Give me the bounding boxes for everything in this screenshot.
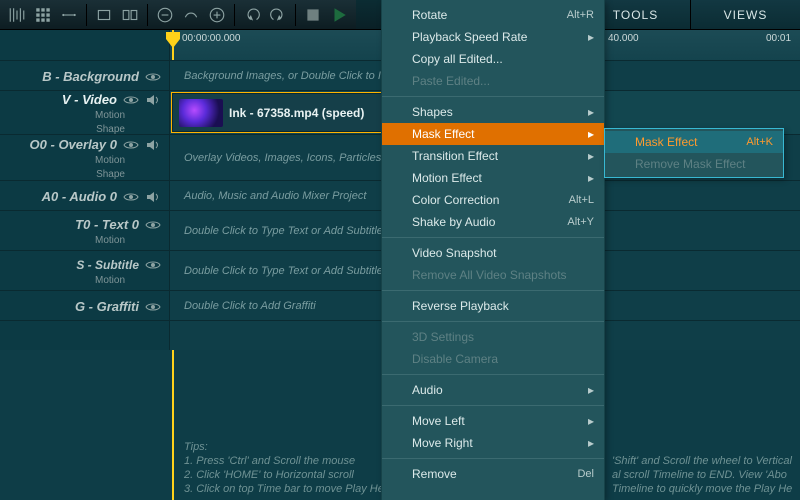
tool-grid-icon[interactable] xyxy=(32,4,54,26)
tips-block: Tips: 1. Press 'Ctrl' and Scroll the mou… xyxy=(184,440,396,496)
chevron-right-icon: ▸ xyxy=(588,436,594,450)
track-sub: Motion xyxy=(10,110,161,122)
tool-icon-1[interactable] xyxy=(6,4,28,26)
chevron-right-icon: ▸ xyxy=(588,383,594,397)
fit-icon[interactable] xyxy=(180,4,202,26)
ruler-tick: 00:00:00.000 xyxy=(182,33,240,44)
menu-paste-edited: Paste Edited... xyxy=(382,70,604,92)
zoom-out-icon[interactable] xyxy=(154,4,176,26)
clip-label: Ink - 67358.mp4 (speed) xyxy=(229,106,364,120)
menu-separator xyxy=(382,374,604,375)
chevron-right-icon: ▸ xyxy=(588,105,594,119)
menu-motion-effect[interactable]: Motion Effect▸ xyxy=(382,167,604,189)
track-name-overlay: O0 - Overlay 0 xyxy=(10,137,117,152)
clip-thumb xyxy=(179,99,223,127)
menu-audio[interactable]: Audio▸ xyxy=(382,379,604,401)
views-tab[interactable]: VIEWS xyxy=(690,0,800,29)
track-name-graffiti: G - Graffiti xyxy=(10,299,139,314)
menu-separator xyxy=(382,290,604,291)
chevron-right-icon: ▸ xyxy=(588,171,594,185)
eye-icon[interactable] xyxy=(123,137,139,153)
chevron-right-icon: ▸ xyxy=(588,127,594,141)
menu-shake-by-audio[interactable]: Shake by AudioAlt+Y xyxy=(382,211,604,233)
track-name-bg: B - Background xyxy=(10,69,139,84)
track-name-video: V - Video xyxy=(10,92,117,107)
speaker-icon[interactable] xyxy=(145,92,161,108)
ruler-tick: 40.000 xyxy=(608,33,639,44)
track-hint: Audio, Music and Audio Mixer Project xyxy=(184,190,366,202)
ruler-tick: 00:01 xyxy=(766,33,791,44)
ruler-left-gutter xyxy=(0,30,170,60)
menu-move-right[interactable]: Move Right▸ xyxy=(382,432,604,454)
menu-reverse-playback[interactable]: Reverse Playback xyxy=(382,295,604,317)
track-hint: Double Click to Type Text or Add Subtitl… xyxy=(184,265,383,277)
menu-playback-speed[interactable]: Playback Speed Rate▸ xyxy=(382,26,604,48)
undo-icon[interactable] xyxy=(241,4,263,26)
context-menu: RotateAlt+R Playback Speed Rate▸ Copy al… xyxy=(381,0,605,500)
track-sub: Shape xyxy=(10,169,161,181)
submenu-mask-effect[interactable]: Mask EffectAlt+K xyxy=(605,131,783,153)
track-name-audio: A0 - Audio 0 xyxy=(10,189,117,204)
tool-rect-icon[interactable] xyxy=(93,4,115,26)
mask-effect-submenu: Mask EffectAlt+K Remove Mask Effect xyxy=(604,128,784,178)
menu-color-correction[interactable]: Color CorrectionAlt+L xyxy=(382,189,604,211)
eye-icon[interactable] xyxy=(123,189,139,205)
menu-remove-snapshots: Remove All Video Snapshots xyxy=(382,264,604,286)
track-sub: Motion xyxy=(10,275,161,287)
chevron-right-icon: ▸ xyxy=(588,149,594,163)
track-hint: Double Click to Add Graffiti xyxy=(184,300,316,312)
menu-rotate[interactable]: RotateAlt+R xyxy=(382,4,604,26)
menu-separator xyxy=(382,458,604,459)
menu-3d-settings: 3D Settings xyxy=(382,326,604,348)
menu-separator xyxy=(382,321,604,322)
playhead-handle[interactable] xyxy=(163,30,183,50)
menu-shapes[interactable]: Shapes▸ xyxy=(382,101,604,123)
submenu-remove-mask: Remove Mask Effect xyxy=(605,153,783,175)
redo-icon[interactable] xyxy=(267,4,289,26)
speaker-icon[interactable] xyxy=(145,137,161,153)
track-name-subtitle: S - Subtitle xyxy=(10,258,139,272)
chevron-right-icon: ▸ xyxy=(588,30,594,44)
eye-icon[interactable] xyxy=(145,217,161,233)
tips-block-right: 'Shift' and Scroll the wheel to Vertical… xyxy=(612,440,796,496)
eye-icon[interactable] xyxy=(123,92,139,108)
zoom-in-icon[interactable] xyxy=(206,4,228,26)
menu-separator xyxy=(382,237,604,238)
speaker-icon[interactable] xyxy=(145,189,161,205)
menu-mask-effect[interactable]: Mask Effect▸ xyxy=(382,123,604,145)
menu-transition-effect[interactable]: Transition Effect▸ xyxy=(382,145,604,167)
menu-remove[interactable]: RemoveDel xyxy=(382,463,604,485)
stop-icon[interactable] xyxy=(302,4,324,26)
menu-video-snapshot[interactable]: Video Snapshot xyxy=(382,242,604,264)
track-hint: Double Click to Type Text or Add Subtitl… xyxy=(184,225,383,237)
menu-move-left[interactable]: Move Left▸ xyxy=(382,410,604,432)
eye-icon[interactable] xyxy=(145,257,161,273)
tool-expand-icon[interactable] xyxy=(58,4,80,26)
chevron-right-icon: ▸ xyxy=(588,414,594,428)
track-sub: Motion xyxy=(10,155,161,167)
track-hint: Background Images, or Double Click to In… xyxy=(184,70,405,82)
menu-copy-all-edited[interactable]: Copy all Edited... xyxy=(382,48,604,70)
track-sub: Shape xyxy=(10,124,161,136)
menu-separator xyxy=(382,405,604,406)
menu-separator xyxy=(382,96,604,97)
play-icon[interactable] xyxy=(328,4,350,26)
track-sub: Motion xyxy=(10,235,161,247)
menu-disable-camera: Disable Camera xyxy=(382,348,604,370)
tool-split-icon[interactable] xyxy=(119,4,141,26)
eye-icon[interactable] xyxy=(145,69,161,85)
eye-icon[interactable] xyxy=(145,299,161,315)
track-hint: Overlay Videos, Images, Icons, Particles xyxy=(184,152,381,164)
track-name-text: T0 - Text 0 xyxy=(10,217,139,232)
